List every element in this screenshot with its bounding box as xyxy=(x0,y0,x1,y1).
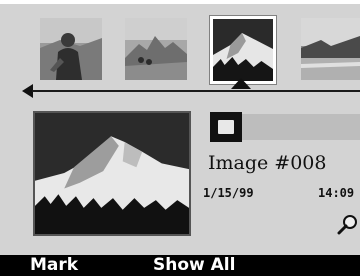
image-scrollbar[interactable] xyxy=(210,112,360,142)
mountain-photo xyxy=(213,19,273,81)
thumbnail-landscape[interactable] xyxy=(125,18,187,80)
person-photo xyxy=(40,18,102,80)
image-time: 14:09 xyxy=(318,186,355,200)
scroll-thumb[interactable] xyxy=(210,112,242,142)
magnifier-icon[interactable] xyxy=(337,213,359,235)
camera-viewer-screen: Image #008 1/15/99 14:09 Mark Show All xyxy=(0,0,360,276)
pointer-icon xyxy=(231,78,251,89)
mark-softkey[interactable]: Mark xyxy=(30,255,78,276)
magnifier-glyph xyxy=(337,215,357,235)
image-title: Image #008 xyxy=(208,152,327,174)
scroll-thumb-grip xyxy=(216,118,236,136)
landscape-photo xyxy=(125,18,187,80)
show-all-softkey[interactable]: Show All xyxy=(153,255,235,276)
filmstrip xyxy=(0,8,360,94)
top-border xyxy=(0,0,360,4)
scroll-track[interactable] xyxy=(242,114,360,140)
filmstrip-rail xyxy=(32,90,360,92)
thumbnail-mountain-selected[interactable] xyxy=(209,15,277,85)
image-date: 1/15/99 xyxy=(203,186,254,200)
thumbnail-person[interactable] xyxy=(40,18,102,80)
coast-photo xyxy=(301,18,360,80)
thumbnail-coast[interactable] xyxy=(301,18,360,80)
image-preview[interactable] xyxy=(33,111,191,236)
softkey-bar: Mark Show All xyxy=(0,255,360,276)
mountain-preview-image xyxy=(35,113,189,234)
